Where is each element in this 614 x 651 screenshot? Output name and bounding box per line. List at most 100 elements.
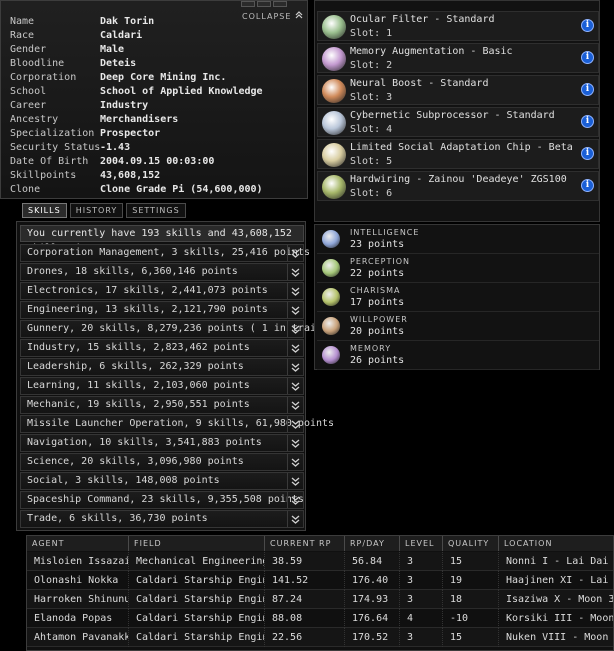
skill-group-row[interactable]: Leadership, 6 skills, 262,329 points [20,358,304,376]
table-row[interactable]: Misloien IssazainenMechanical Engineerin… [27,552,613,571]
info-value: Deteis [100,58,137,69]
close-icon[interactable] [273,1,287,7]
info-icon[interactable]: i [581,147,594,160]
chevron-down-icon[interactable] [287,359,303,375]
skills-summary: You currently have 193 skills and 43,608… [20,225,304,254]
info-row: Career Industry [10,99,306,113]
skill-group-row[interactable]: Science, 20 skills, 3,096,980 points [20,453,304,471]
info-label: Gender [10,44,47,55]
column-header[interactable]: FIELD [129,536,265,551]
table-cell: 88.08 [265,609,345,628]
attribute-name: WILLPOWER [350,315,408,324]
skill-group-row[interactable]: Social, 3 skills, 148,008 points [20,472,304,490]
table-row[interactable]: Olonashi NokkaCaldari Starship Engineeri… [27,571,613,590]
info-row: Specialization Prospector [10,127,306,141]
window-controls [241,1,307,7]
column-header[interactable]: RP/DAY [345,536,400,551]
skill-group-row[interactable]: Industry, 15 skills, 2,823,462 points [20,339,304,357]
column-header[interactable]: LOCATION [499,536,613,551]
column-header[interactable]: LEVEL [400,536,443,551]
table-header: AGENT FIELD CURRENT RP RP/DAY LEVEL QUALITY LO… [27,536,613,551]
info-row: Bloodline Deteis [10,57,306,71]
info-icon[interactable]: i [581,83,594,96]
table-row[interactable]: Ahtamon PavanakkaCaldari Starship Engine… [27,628,613,647]
column-header[interactable]: QUALITY [443,536,499,551]
table-cell: Caldari Starship Engineering [129,609,265,628]
info-value: Merchandisers [100,114,179,125]
skill-group-row[interactable]: Gunnery, 20 skills, 8,279,236 points ( 1… [20,320,352,338]
skill-group-row[interactable]: Learning, 11 skills, 2,103,060 points [20,377,304,395]
table-cell: Ahtamon Pavanakka [27,628,129,647]
skill-group-row[interactable]: Corporation Management, 3 skills, 25,416… [20,244,310,262]
tab-settings[interactable]: SETTINGS [126,203,186,218]
info-label: Security Status [10,142,101,153]
skill-group-label: Science, 20 skills, 3,096,980 points [27,456,244,467]
table-cell: 3 [400,590,443,609]
character-info-panel: COLLAPSE Name Dak Torin Race Caldari Gender M… [0,0,308,199]
info-label: Ancestry [10,114,59,125]
tab-skills[interactable]: SKILLS [22,203,67,218]
attribute-name: CHARISMA [350,286,401,295]
info-label: Name [10,16,35,27]
chevron-down-icon[interactable] [287,321,303,337]
chevron-down-icon[interactable] [287,492,303,508]
chevron-down-icon[interactable] [287,454,303,470]
skill-group-row[interactable]: Missile Launcher Operation, 9 skills, 61… [20,415,334,433]
table-row[interactable]: Elanoda PopasCaldari Starship Engineerin… [27,609,613,628]
attribute-row: CHARISMA 17 points [317,284,599,312]
implant-slot: Slot: 4 [350,124,393,135]
info-icon[interactable]: i [581,179,594,192]
chevron-down-icon[interactable] [287,264,303,280]
skill-group-row[interactable]: Electronics, 17 skills, 2,441,073 points [20,282,304,300]
skills-list: You currently have 193 skills and 43,608… [16,221,352,531]
charisma-icon [322,288,340,306]
column-header[interactable]: CURRENT RP [265,536,345,551]
skill-group-row[interactable]: Drones, 18 skills, 6,360,146 points [20,263,304,281]
info-row: Clone Clone Grade Pi (54,600,000) [10,183,306,197]
chevron-down-icon[interactable] [287,511,303,527]
willpower-icon [322,317,340,335]
attribute-value: 17 points [350,297,405,308]
skill-group-row[interactable]: Spaceship Command, 23 skills, 9,355,508 … [20,491,304,509]
chevron-down-icon[interactable] [287,473,303,489]
research-agents-table: AGENT FIELD CURRENT RP RP/DAY LEVEL QUALITY LO… [26,535,614,651]
chevron-down-icon[interactable] [287,378,303,394]
table-cell: 4 [400,609,443,628]
skill-group-row[interactable]: Navigation, 10 skills, 3,541,883 points [20,434,304,452]
chevron-down-icon[interactable] [287,416,303,432]
minimize-icon[interactable] [257,1,271,7]
chevron-down-icon[interactable] [287,397,303,413]
chevron-down-icon[interactable] [287,435,303,451]
tab-history[interactable]: HISTORY [69,203,124,218]
table-cell: Isaziwa X - Moon 3 - Lai Dai [499,590,613,609]
implant-row[interactable]: Hardwiring - Zainou 'Deadeye' ZGS100 Slot… [317,171,599,201]
skill-group-row[interactable]: Engineering, 13 skills, 2,121,790 points [20,301,304,319]
implant-slot: Slot: 3 [350,92,393,103]
info-icon[interactable]: i [581,115,594,128]
implant-row[interactable]: Ocular Filter - Standard Slot: 1 i [317,11,599,41]
social-implant-icon [322,143,346,167]
skill-group-row[interactable]: Mechanic, 19 skills, 2,950,551 points [20,396,304,414]
implant-row[interactable]: Cybernetic Subprocessor - Standard Slot: … [317,107,599,137]
implant-row[interactable]: Memory Augmentation - Basic Slot: 2 i [317,43,599,73]
info-icon[interactable]: i [581,51,594,64]
implant-row[interactable]: Limited Social Adaptation Chip - Beta Slo… [317,139,599,169]
info-icon[interactable]: i [581,19,594,32]
info-label: Race [10,30,35,41]
chevron-down-icon[interactable] [287,340,303,356]
skill-group-row[interactable]: Trade, 6 skills, 36,730 points [20,510,304,528]
implant-name: Memory Augmentation - Basic [350,46,513,57]
table-cell: 174.93 [345,590,400,609]
chevron-down-icon[interactable] [287,245,303,261]
info-value: 2004.09.15 00:03:00 [100,156,215,167]
chevron-down-icon[interactable] [287,283,303,299]
chevron-down-icon[interactable] [287,302,303,318]
help-icon[interactable] [241,1,255,7]
column-header[interactable]: AGENT [27,536,129,551]
table-cell: 141.52 [265,571,345,590]
table-cell: Elanoda Popas [27,609,129,628]
table-row[interactable]: Harroken ShinunulaCaldari Starship Engin… [27,590,613,609]
implants-panel: Ocular Filter - Standard Slot: 1 i Memory A… [314,0,600,222]
implant-row[interactable]: Neural Boost - Standard Slot: 3 i [317,75,599,105]
skill-group-label: Leadership, 6 skills, 262,329 points [27,361,244,372]
